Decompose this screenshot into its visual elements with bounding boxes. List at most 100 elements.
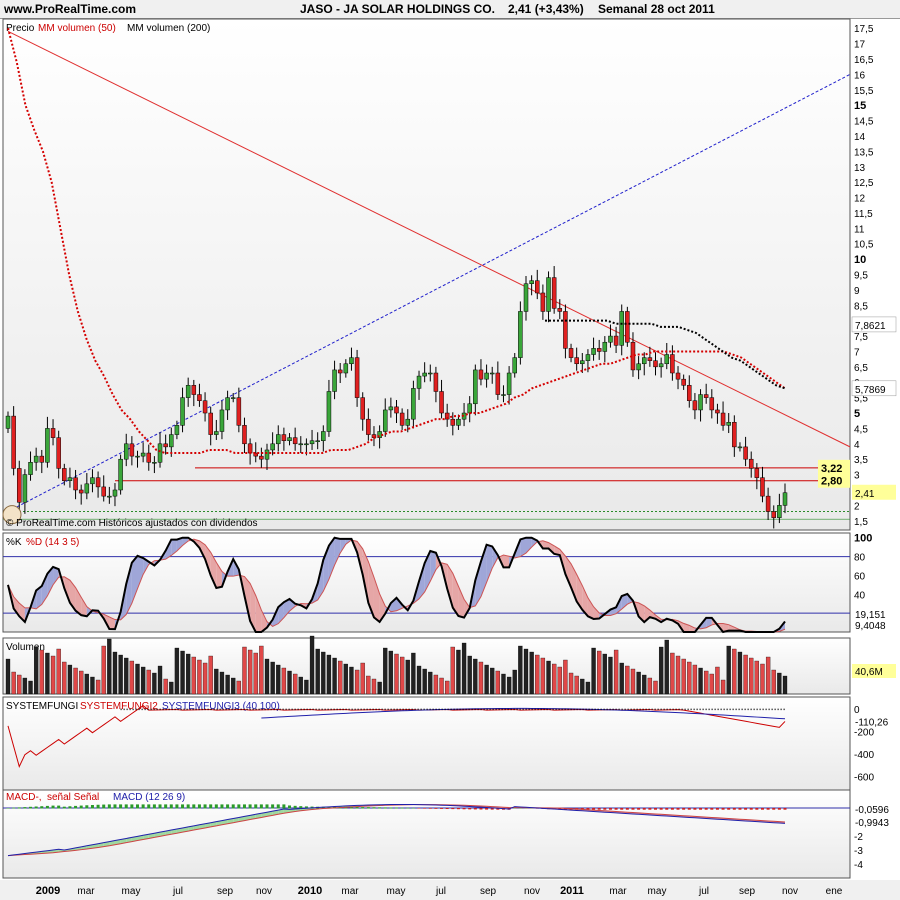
volume-bar [743,654,748,695]
macd-histogram-bar [136,804,139,809]
macd-histogram-bar [175,804,179,809]
x-axis-label: sep [217,886,234,897]
candle-body [546,277,551,312]
candle-body [698,394,703,411]
volume-bar [585,681,591,695]
candle-body [354,357,360,398]
volume-bar [247,649,253,695]
macd-histogram-bar [445,808,449,810]
macd-histogram-bar [715,808,719,810]
candle-body [169,434,174,448]
candle-body [777,505,782,518]
volume-bar [157,665,163,695]
macd-histogram-bar [62,806,66,809]
stoch-y-tick: 100 [854,533,872,545]
candle-body [737,446,743,449]
macd-y-tick: -2 [854,832,863,843]
candle-body [95,477,101,488]
candle-body [45,428,50,463]
candle-body [411,388,416,420]
macd-histogram-bar [395,807,398,809]
candle-body [281,434,287,441]
candle-body [90,477,95,485]
volume-bar [732,648,737,695]
volume-bar [84,673,89,695]
volume-legend: Volumen [6,642,45,653]
volume-bar [242,646,247,695]
volume-bar [236,680,241,695]
x-axis-label: mar [341,886,359,897]
macd-histogram-bar [468,808,472,810]
volume-bar [445,680,450,695]
candle-body [56,437,61,469]
candle-body [456,418,461,426]
volume-bar [777,672,782,695]
macd-histogram-bar [738,808,742,810]
volume-bar [782,675,788,695]
price-y-tick: 16 [854,70,866,81]
volume-bar [39,649,44,695]
x-axis-label: jul [435,886,446,897]
fungi-y-tick: -400 [854,750,874,761]
price-y-tick: 12,5 [854,178,874,189]
volume-bar [540,657,546,695]
macd-legend-3: MACD (12 26 9) [113,792,185,803]
price-value-label: 7,8621 [855,321,886,332]
macd-histogram-bar [361,807,365,809]
price-y-tick: 13 [854,163,866,174]
macd-histogram-bar [479,808,483,810]
candle-body [208,412,213,435]
candle-body [321,431,326,441]
volume-bar [388,650,394,695]
price-y-tick: 12 [854,194,866,205]
macd-histogram-bar [682,808,686,810]
fungi-legend-2: SYSTEMFUNGI2 [80,701,158,712]
price-y-tick: 2 [854,501,860,512]
candle-body [343,363,349,374]
price-y-tick: 4,5 [854,424,868,435]
volume-bar [264,658,270,695]
macd-histogram-bar [169,804,173,809]
volume-bar [225,674,230,695]
x-axis-label: ene [826,886,843,897]
macd-histogram-bar [147,804,151,809]
candle-body [360,397,365,420]
candle-body [585,354,591,361]
candle-body [11,415,16,469]
volume-bar [112,651,118,695]
macd-histogram-bar [665,808,669,810]
candle-body [551,277,557,309]
macd-histogram-bar [276,804,280,809]
candle-body [332,369,337,392]
candle-body [726,422,731,426]
volume-bar [484,664,489,695]
macd-histogram-bar [434,808,438,809]
macd-histogram-bar [6,808,10,809]
candle-body [28,462,33,475]
volume-bar [34,646,39,695]
candle-body [422,372,427,377]
macd-histogram-bar [12,807,16,809]
candle-body [5,415,11,429]
volume-bar [461,642,467,695]
macd-histogram-bar [124,804,128,809]
price-y-tick: 16,5 [854,55,874,66]
macd-histogram-bar [620,808,624,810]
candle-body [748,458,754,469]
chart-canvas[interactable]: 17,5 17 16,5 16 15,5 15 14,5 14 13,5 13 12,5 12 11,5… [0,0,900,900]
candle-body [118,458,123,491]
candle-body [782,492,788,506]
volume-bar [737,651,743,695]
candle-body [146,452,152,463]
candle-body [608,335,613,343]
volume-bar [709,673,714,695]
x-axis-label: jul [172,886,183,897]
price-y-tick: 11,5 [854,209,873,220]
price-y-tick: 17 [854,40,866,51]
volume-bar [101,645,106,695]
volume-bar [343,663,348,695]
candle-body [596,348,602,352]
candle-body [732,422,737,448]
candle-body [450,418,456,426]
volume-bar [428,671,433,695]
